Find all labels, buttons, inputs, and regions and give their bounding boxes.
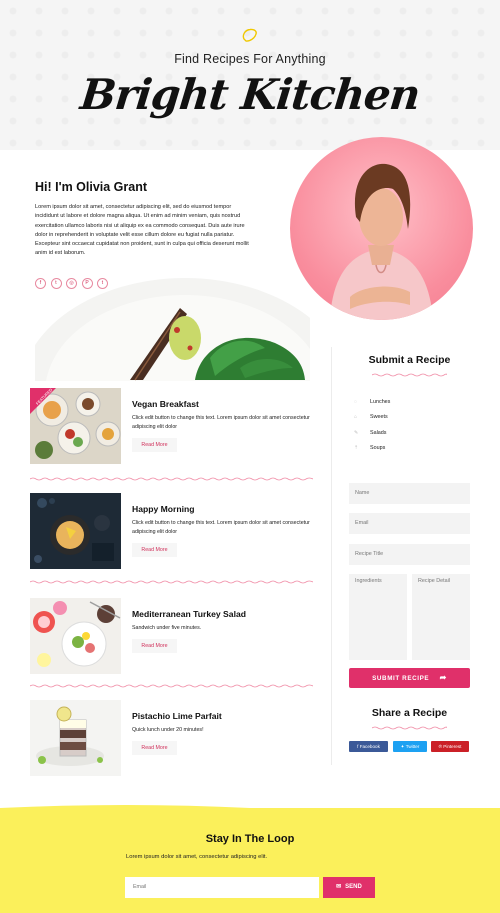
cake-icon: ⌂ [354, 414, 358, 420]
post-excerpt: Click edit button to change this text. L… [132, 520, 310, 535]
wavy-divider [30, 580, 313, 584]
post-title[interactable]: Pistachio Lime Parfait [132, 711, 222, 721]
name-field[interactable]: Name [349, 483, 470, 504]
site-tagline: Find Recipes For Anything [174, 52, 326, 66]
post-thumbnail[interactable]: FEATURED [30, 388, 121, 464]
submit-recipe-button[interactable]: SUBMIT RECIPE ➦ [349, 668, 470, 688]
share-label: Facebook [359, 744, 380, 749]
category-label: Soups [370, 445, 386, 451]
post-title[interactable]: Vegan Breakfast [132, 399, 199, 409]
bowl-icon: ⇡ [354, 445, 359, 451]
category-label: Sweets [370, 414, 388, 420]
email-field[interactable]: Email [349, 513, 470, 534]
leaf-icon: ✎ [354, 430, 359, 436]
submit-recipe-title: Submit a Recipe [368, 354, 451, 366]
lemon-icon [242, 28, 257, 42]
wavy-divider [30, 477, 313, 481]
post-thumbnail[interactable] [30, 700, 121, 776]
post-thumbnail[interactable] [30, 598, 121, 674]
category-label: Lunches [370, 399, 391, 405]
submit-label: SUBMIT RECIPE [372, 675, 430, 682]
wavy-underline [372, 726, 447, 730]
intro-title: Hi! I'm Olivia Grant [35, 180, 148, 194]
category-soups[interactable]: ⇡ Soups [354, 445, 385, 451]
send-label: SEND [345, 884, 362, 890]
read-more-button[interactable]: Read More [132, 438, 177, 452]
recipe-title-field[interactable]: Recipe Title [349, 544, 470, 565]
share-label: Pinterest [443, 744, 462, 749]
post-excerpt: Sandwich under five minutes. [132, 625, 202, 631]
recipe-detail-field[interactable]: Recipe Detail [412, 574, 470, 660]
post-title[interactable]: Mediterranean Turkey Salad [132, 609, 246, 619]
read-more-button[interactable]: Read More [132, 741, 177, 755]
site-logo[interactable]: Bright Kitchen [0, 70, 500, 119]
column-divider [331, 347, 332, 765]
share-pinterest-button[interactable]: ℗ Pinterest [431, 741, 469, 752]
read-more-button[interactable]: Read More [132, 543, 177, 557]
post-thumbnail[interactable] [30, 493, 121, 569]
mail-icon: ✉ [336, 884, 342, 890]
hero-plate-image [35, 268, 310, 381]
category-salads[interactable]: ✎ Salads [354, 430, 386, 436]
category-label: Salads [370, 430, 387, 436]
newsletter-text: Lorem ipsum dolor sit amet, consectetur … [126, 854, 268, 860]
share-facebook-button[interactable]: f Facebook [349, 741, 388, 752]
wavy-divider [30, 684, 313, 688]
newsletter-send-button[interactable]: ✉ SEND [323, 877, 375, 898]
category-sweets[interactable]: ⌂ Sweets [354, 414, 388, 420]
post-title[interactable]: Happy Morning [132, 504, 195, 514]
share-recipe-title: Share a Recipe [371, 707, 448, 719]
share-twitter-button[interactable]: ✦ Twitter [393, 741, 427, 752]
author-portrait [290, 137, 473, 320]
wavy-underline [372, 373, 447, 377]
newsletter-title: Stay In The Loop [205, 833, 295, 845]
lunch-icon: ◌ [354, 399, 357, 405]
post-excerpt: Quick lunch under 20 minutes! [132, 727, 204, 733]
read-more-button[interactable]: Read More [132, 639, 177, 653]
intro-text: Lorem ipsum dolor sit amet, consectetur … [35, 204, 249, 257]
newsletter-email-input[interactable]: Email [125, 877, 319, 898]
category-lunches[interactable]: ◌ Lunches [354, 399, 390, 405]
share-label: Twitter [405, 744, 420, 749]
post-excerpt: Click edit button to change this text. L… [132, 415, 310, 430]
ingredients-field[interactable]: Ingredients [349, 574, 407, 660]
share-arrow-icon: ➦ [439, 673, 447, 682]
